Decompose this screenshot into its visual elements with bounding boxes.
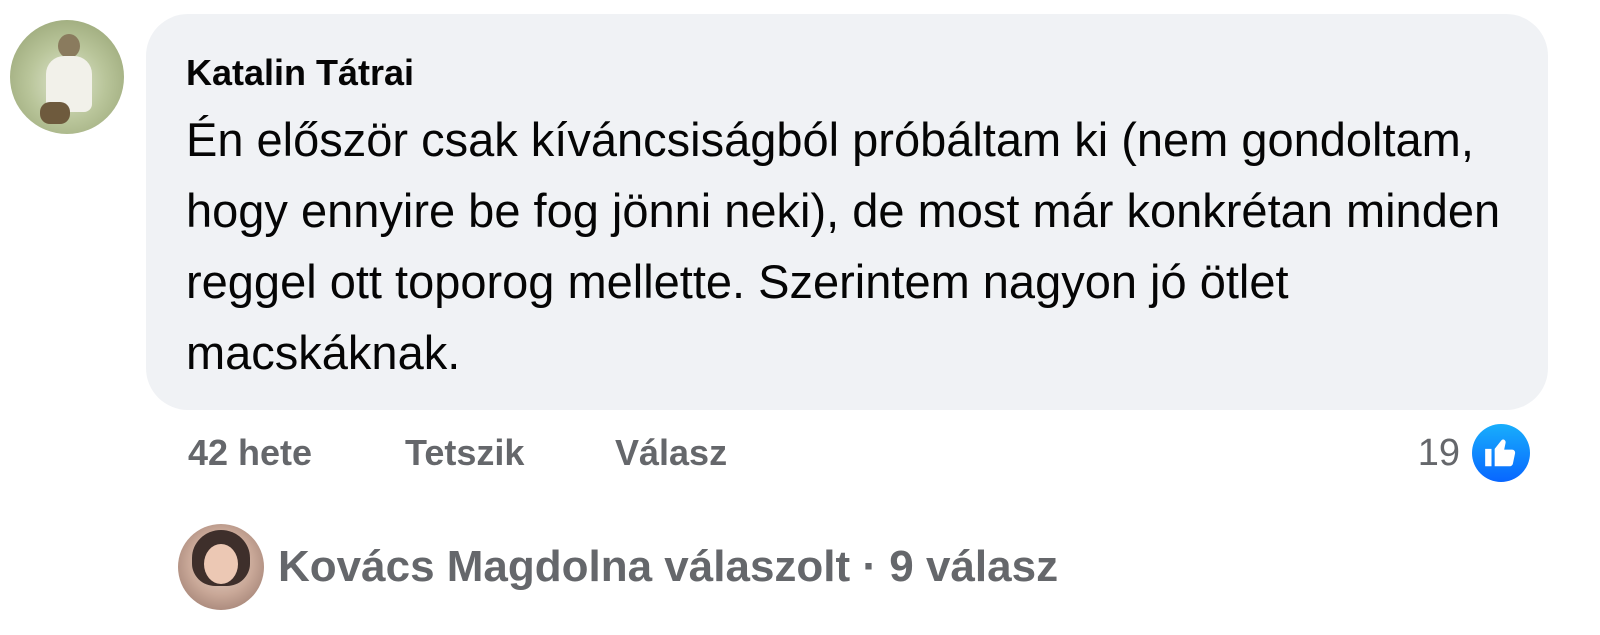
comment-timestamp[interactable]: 42 hete <box>188 432 312 474</box>
comment-author[interactable]: Katalin Tátrai <box>186 52 414 94</box>
avatar-figure-leg <box>40 102 70 124</box>
replier-avatar <box>178 524 264 610</box>
like-button[interactable]: Tetszik <box>405 432 524 474</box>
comment-bubble: Katalin Tátrai Én először csak kíváncsis… <box>146 14 1548 410</box>
avatar-figure-head <box>58 34 80 58</box>
thumbs-up-glyph <box>1485 439 1516 467</box>
comment-text: Én először csak kíváncsiságból próbáltam… <box>186 113 1501 379</box>
avatar-face <box>204 544 238 584</box>
reaction-count[interactable]: 19 <box>1418 432 1460 475</box>
commenter-avatar[interactable] <box>10 20 124 134</box>
thumbs-up-icon[interactable] <box>1468 420 1534 486</box>
replies-summary[interactable]: Kovács Magdolna válaszolt · 9 válasz <box>278 542 1058 592</box>
reply-button[interactable]: Válasz <box>615 432 727 474</box>
